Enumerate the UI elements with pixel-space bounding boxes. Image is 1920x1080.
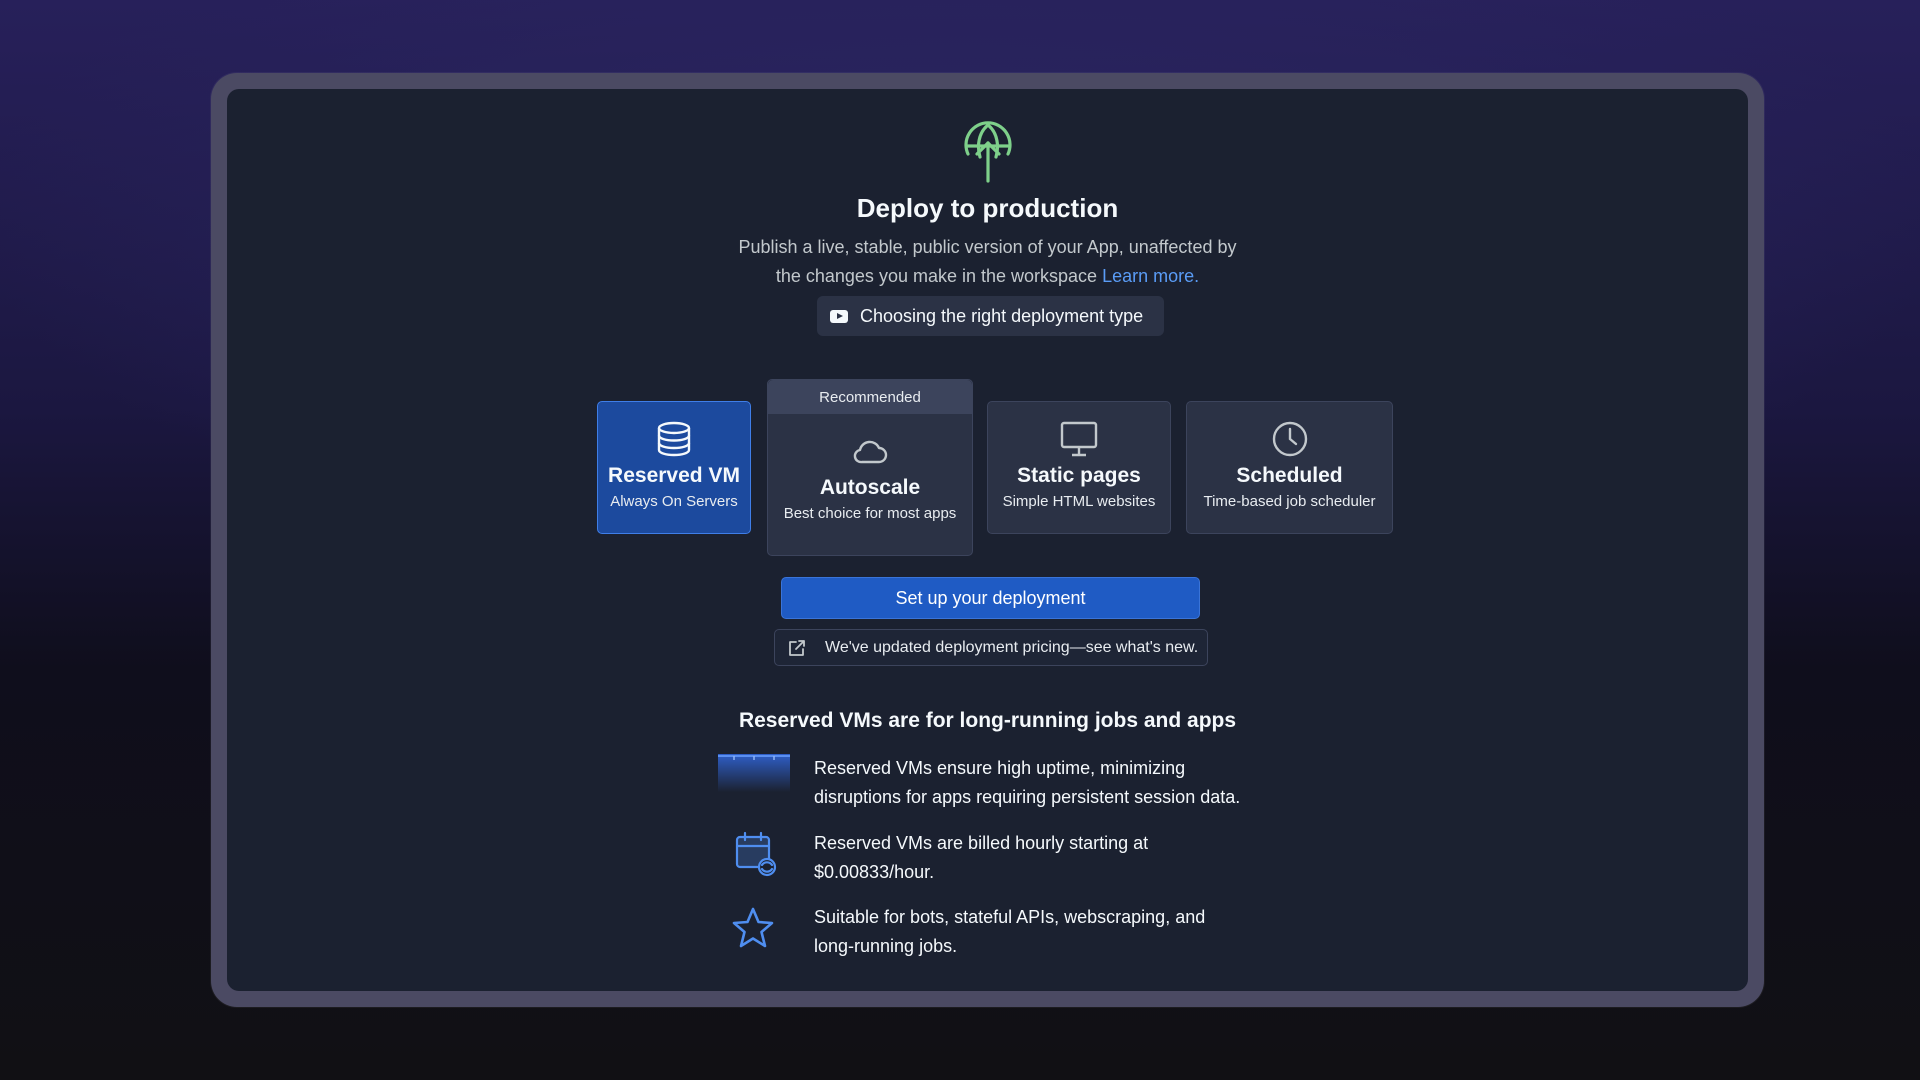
video-guide-label: Choosing the right deployment type — [860, 305, 1144, 326]
page-subtitle: Publish a live, stable, public version o… — [227, 233, 1748, 291]
card-subtitle: Simple HTML websites — [1002, 493, 1156, 510]
pricing-update-link[interactable]: We've updated deployment pricing—see wha… — [774, 629, 1208, 666]
feature-item: Reserved VMs ensure high uptime, minimiz… — [715, 754, 1315, 814]
setup-deployment-button[interactable]: Set up your deployment — [781, 577, 1200, 619]
recommended-badge: Recommended — [768, 380, 972, 414]
card-title: Autoscale — [819, 476, 921, 499]
deployment-type-autoscale[interactable]: Recommended Autoscale Best choice for mo… — [767, 379, 973, 556]
monitor-icon — [1060, 421, 1098, 457]
star-icon — [732, 907, 774, 948]
deployment-type-reserved-vm[interactable]: Reserved VM Always On Servers — [597, 401, 751, 534]
feature-text-line: disruptions for apps requiring persisten… — [814, 787, 1241, 807]
deploy-panel: Deploy to production Publish a live, sta… — [227, 89, 1748, 991]
feature-text-line: Reserved VMs are billed hourly starting … — [814, 833, 1149, 853]
deployment-type-static-pages[interactable]: Static pages Simple HTML websites — [987, 401, 1171, 534]
youtube-icon — [830, 309, 848, 323]
card-subtitle: Always On Servers — [610, 493, 738, 510]
database-icon — [657, 421, 691, 457]
feature-text: Reserved VMs are billed hourly starting … — [814, 829, 1314, 887]
card-title: Scheduled — [1236, 464, 1343, 487]
external-link-icon — [789, 639, 805, 656]
card-subtitle: Time-based job scheduler — [1203, 493, 1376, 510]
feature-text-line: $0.00833/hour. — [814, 862, 935, 882]
card-title: Reserved VM — [608, 464, 740, 487]
feature-item: Reserved VMs are billed hourly starting … — [715, 829, 1315, 889]
feature-text: Suitable for bots, stateful APIs, webscr… — [814, 903, 1314, 961]
cloud-icon — [853, 440, 888, 464]
pricing-update-label: We've updated deployment pricing—see wha… — [825, 638, 1199, 656]
subtitle-line-2: the changes you make in the workspace Le… — [227, 262, 1748, 291]
card-title: Static pages — [1017, 464, 1141, 487]
clock-icon — [1272, 421, 1307, 457]
details-heading: Reserved VMs are for long-running jobs a… — [738, 709, 1237, 732]
subtitle-line-2-text: the changes you make in the workspace — [775, 266, 1098, 286]
learn-more-link[interactable]: Learn more. — [1102, 266, 1199, 286]
subtitle-line-1: Publish a live, stable, public version o… — [738, 237, 1237, 257]
feature-item: Suitable for bots, stateful APIs, webscr… — [715, 903, 1315, 963]
server-bar-icon — [718, 754, 790, 792]
feature-text-line: long-running jobs. — [814, 936, 958, 956]
feature-text-line: Suitable for bots, stateful APIs, webscr… — [814, 907, 1206, 927]
card-subtitle: Best choice for most apps — [783, 505, 957, 522]
feature-text: Reserved VMs ensure high uptime, minimiz… — [814, 754, 1314, 812]
page-title: Deploy to production — [856, 193, 1119, 223]
feature-text-line: Reserved VMs ensure high uptime, minimiz… — [814, 758, 1186, 778]
calendar-repeat-icon — [735, 831, 777, 877]
deployment-type-scheduled[interactable]: Scheduled Time-based job scheduler — [1186, 401, 1393, 534]
deploy-globe-arrow-icon — [964, 121, 1012, 183]
video-guide-button[interactable]: Choosing the right deployment type — [817, 296, 1164, 336]
